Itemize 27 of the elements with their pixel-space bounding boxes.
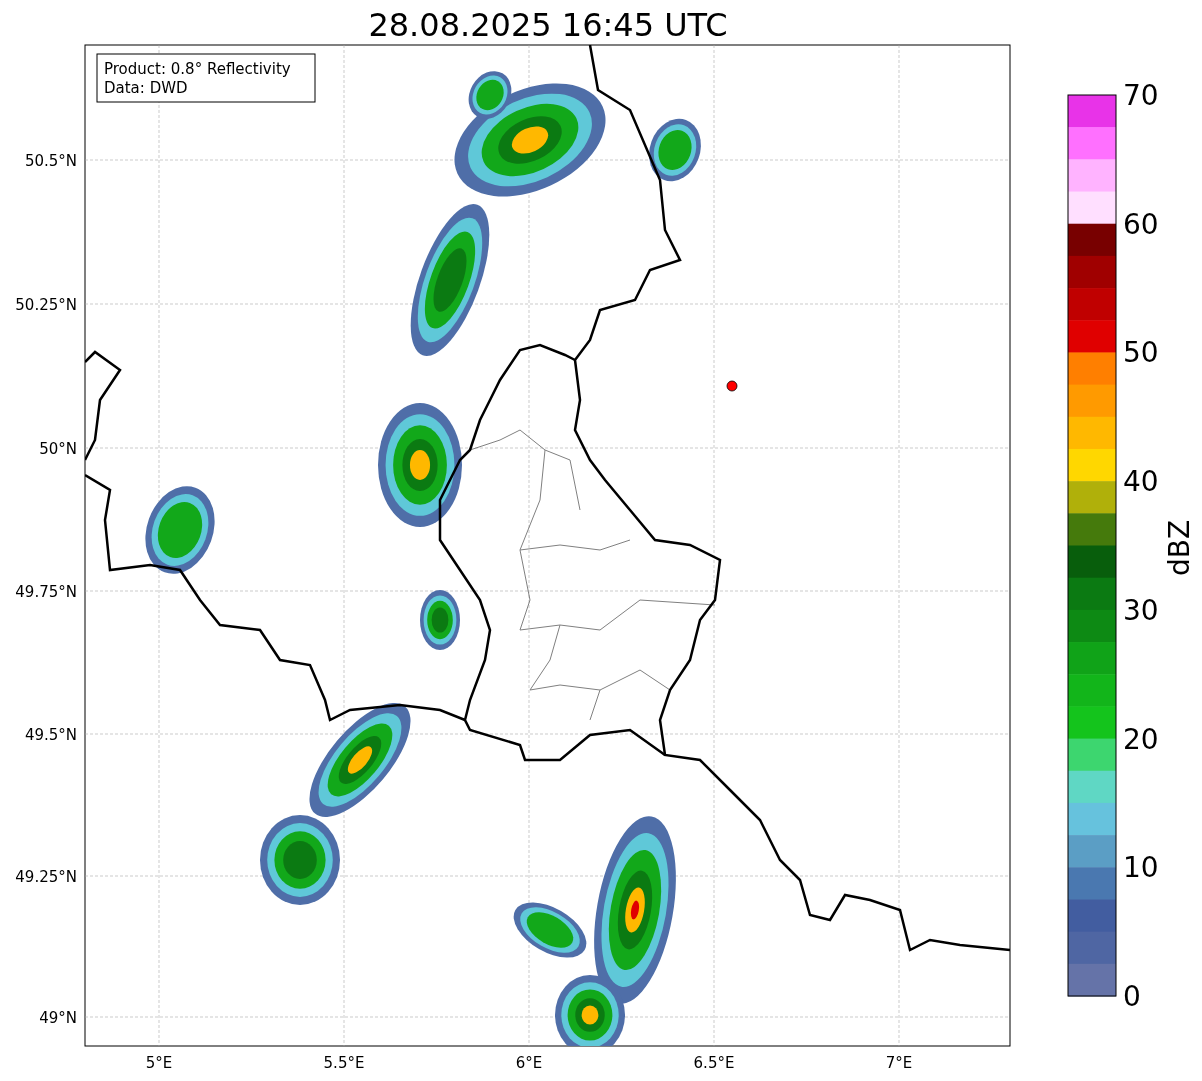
- colorbar-label: dBZ: [1163, 519, 1196, 577]
- latitude-label: 49.75°N: [15, 583, 77, 601]
- colorbar-tick-label: 20: [1123, 722, 1159, 756]
- colorbar-tick-label: 0: [1123, 980, 1141, 1013]
- latitude-label: 50.5°N: [24, 152, 77, 170]
- latitude-label: 49°N: [39, 1009, 77, 1027]
- colorbar-tick-label: 40: [1123, 465, 1159, 499]
- radar-site-marker: [726, 380, 738, 392]
- longitude-label: 5°E: [145, 1054, 173, 1072]
- radar-echo: [649, 118, 701, 182]
- plot-title: 28.08.2025 16:45 UTC: [368, 6, 728, 44]
- latitude-label: 50.25°N: [15, 296, 77, 314]
- longitude-label: 7°E: [885, 1054, 913, 1072]
- colorbar-tick-label: 50: [1123, 336, 1159, 370]
- longitude-label: 6.5°E: [693, 1054, 735, 1072]
- radar-echo: [420, 590, 460, 650]
- colorbar-tick-label: 30: [1123, 593, 1159, 627]
- longitude-label: 5.5°E: [323, 1054, 365, 1072]
- latitude-label: 49.25°N: [15, 868, 77, 886]
- colorbar-tick-label: 10: [1123, 851, 1159, 885]
- colorbar-tick-label: 70: [1123, 79, 1159, 112]
- latitude-label: 49.5°N: [24, 726, 77, 744]
- longitude-label: 6°E: [515, 1054, 543, 1072]
- latitude-label: 50°N: [39, 440, 77, 458]
- info-text: Data: DWD: [104, 79, 188, 97]
- info-text: Product: 0.8° Reflectivity: [104, 60, 291, 78]
- colorbar-tick-label: 60: [1123, 207, 1159, 241]
